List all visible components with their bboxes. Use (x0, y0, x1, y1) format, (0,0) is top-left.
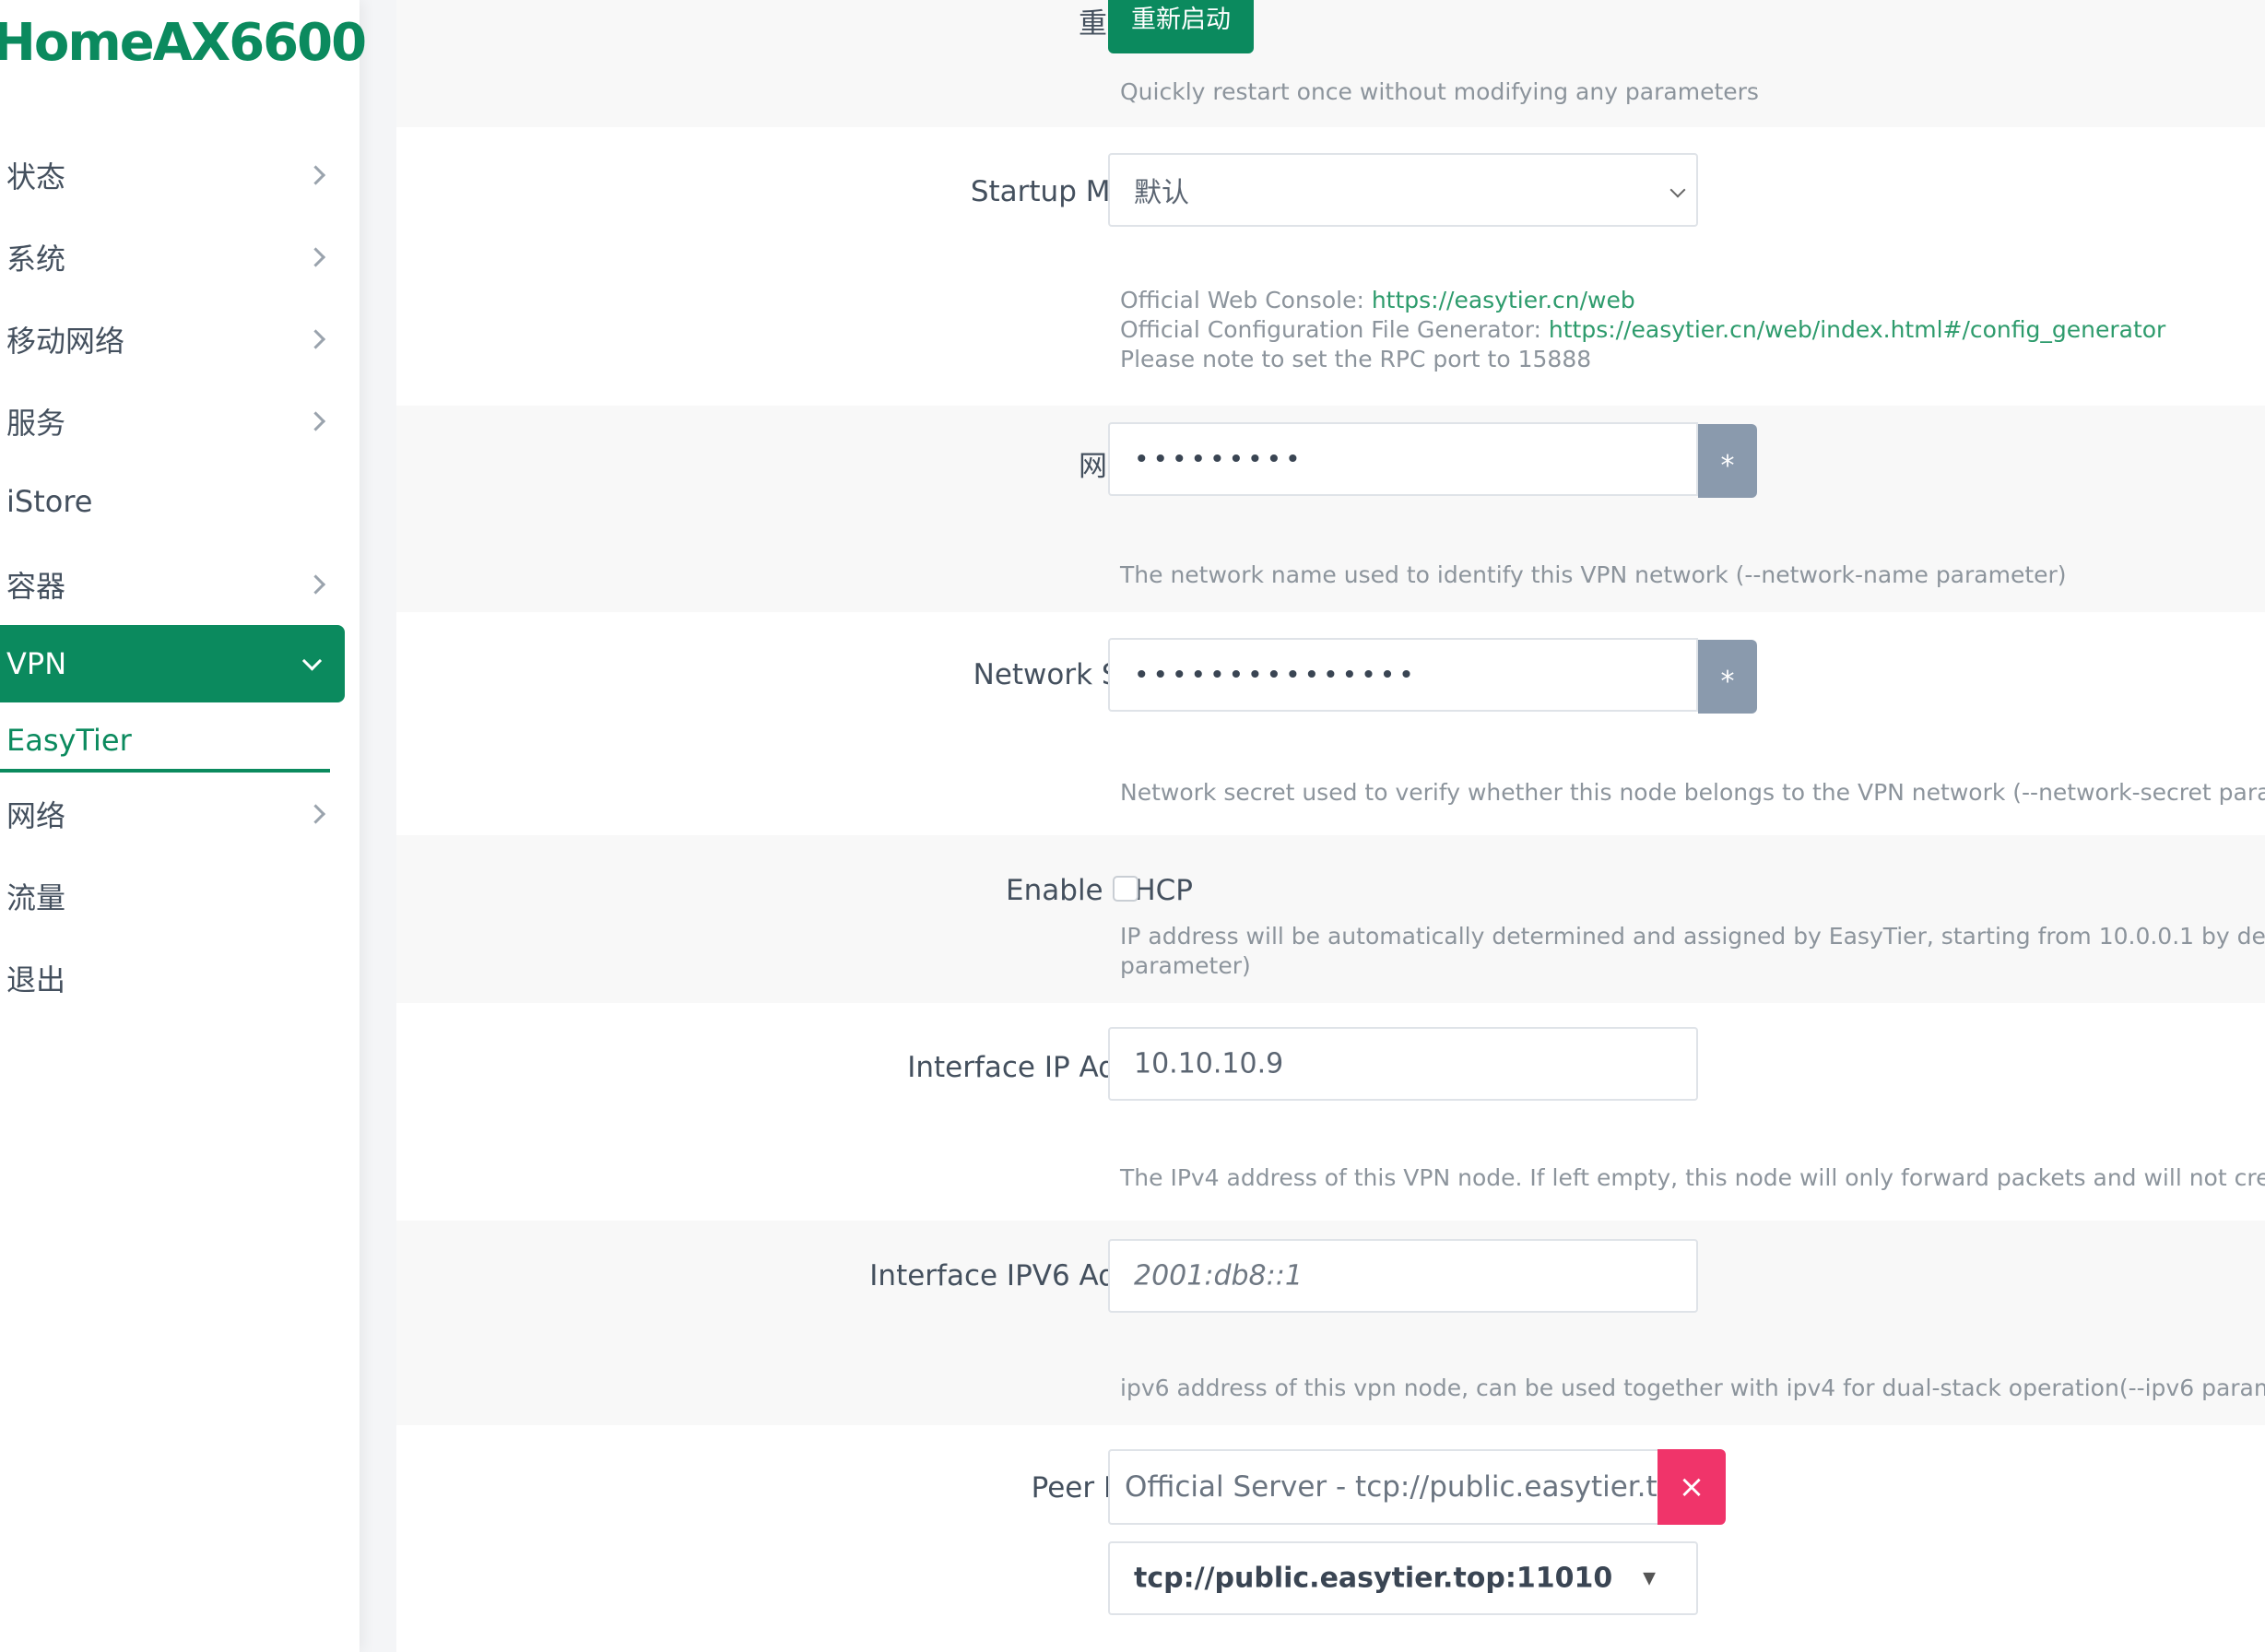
sidebar-item-traffic[interactable]: 流量 (0, 859, 345, 933)
row-startup-method: Startup Method 默认 Official Web Console: … (396, 127, 2265, 406)
enable-dhcp-label: Enable DHCP (1006, 874, 1193, 907)
interface-ip-description: The IPv4 address of this VPN node. If le… (1120, 1164, 2265, 1191)
chevron-right-icon (305, 329, 326, 349)
config-generator-link[interactable]: https://easytier.cn/web/index.html#/conf… (1549, 316, 2165, 343)
restart-description: Quickly restart once without modifying a… (1120, 78, 1759, 105)
sidebar-subitem-label: EasyTier (6, 723, 132, 758)
network-secret-value: ••••••••••••••• (1134, 659, 1418, 690)
sidebar: HomeAX6600 状态 系统 移动网络 服务 iStore 容器 VPN E… (0, 0, 367, 1652)
row-restart: 重新启动 重新启动 Quickly restart once without m… (396, 0, 2265, 127)
chevron-down-icon (1669, 182, 1686, 198)
sidebar-item-containers[interactable]: 容器 (0, 548, 345, 621)
sidebar-item-label: 容器 (6, 569, 66, 604)
desc-line-config-generator: Official Configuration File Generator: h… (1120, 315, 2165, 345)
chevron-right-icon (305, 411, 326, 431)
dhcp-description-line2: parameter) (1120, 952, 1251, 979)
dhcp-description-line1: IP address will be automatically determi… (1120, 923, 2265, 950)
chevron-right-icon (305, 574, 326, 595)
desc-line-web-console: Official Web Console: https://easytier.c… (1120, 286, 2165, 315)
caret-down-icon: ▼ (1643, 1568, 1656, 1588)
network-name-description: The network name used to identify this V… (1120, 561, 2067, 588)
chevron-right-icon (305, 247, 326, 267)
sidebar-item-system[interactable]: 系统 (0, 220, 345, 294)
sidebar-item-network[interactable]: 网络 (0, 777, 345, 851)
network-name-input[interactable]: ••••••••• (1108, 422, 1698, 496)
reveal-network-name-button[interactable]: * (1698, 424, 1757, 498)
interface-ip-input[interactable]: 10.10.10.9 (1108, 1027, 1698, 1101)
startup-method-select[interactable]: 默认 (1108, 153, 1698, 227)
sidebar-item-label: 网络 (6, 798, 66, 833)
network-name-value: ••••••••• (1134, 443, 1304, 475)
sidebar-item-services[interactable]: 服务 (0, 384, 345, 458)
enable-dhcp-checkbox[interactable] (1113, 876, 1138, 902)
sidebar-item-istore[interactable]: iStore (0, 465, 345, 538)
row-enable-dhcp: Enable DHCP IP address will be automatic… (396, 835, 2265, 1003)
row-interface-ipv6: Interface IPV6 Address 2001:db8::1 ipv6 … (396, 1221, 2265, 1425)
sidebar-item-status[interactable]: 状态 (0, 138, 345, 212)
network-secret-input[interactable]: ••••••••••••••• (1108, 638, 1698, 712)
desc-line-rpc-note: Please note to set the RPC port to 15888 (1120, 345, 2165, 374)
web-console-link[interactable]: https://easytier.cn/web (1372, 287, 1635, 313)
chevron-down-icon (301, 651, 323, 671)
row-interface-ip: Interface IP Address 10.10.10.9 The IPv4… (396, 1003, 2265, 1221)
startup-method-value: 默认 (1134, 177, 1189, 209)
chevron-right-icon (305, 804, 326, 824)
peer-node-entry[interactable]: Official Server - tcp://public.easytier.… (1108, 1449, 1661, 1525)
interface-ipv6-description: ipv6 address of this vpn node, can be us… (1120, 1375, 2265, 1401)
sidebar-item-vpn[interactable]: VPN (0, 625, 345, 702)
interface-ipv6-placeholder: 2001:db8::1 (1134, 1259, 1303, 1292)
peer-node-select-value: tcp://public.easytier.top:11010 (1134, 1562, 1613, 1595)
sidebar-item-label: iStore (6, 484, 93, 519)
sidebar-item-label: 系统 (6, 242, 66, 277)
remove-peer-button[interactable]: × (1657, 1449, 1726, 1525)
desc-text: Please note to set the RPC port to 15888 (1120, 346, 1592, 372)
network-secret-description: Network secret used to verify whether th… (1120, 779, 2265, 806)
sidebar-item-label: 移动网络 (6, 324, 125, 359)
sidebar-item-label: 服务 (6, 406, 66, 441)
interface-ipv6-input[interactable]: 2001:db8::1 (1108, 1239, 1698, 1313)
desc-text: Official Configuration File Generator: (1120, 316, 1549, 343)
sidebar-item-logout[interactable]: 退出 (0, 941, 345, 1015)
peer-node-select[interactable]: tcp://public.easytier.top:11010 ▼ (1108, 1541, 1698, 1615)
sidebar-item-label: 退出 (6, 962, 66, 997)
row-peer-nodes: Peer Nodes Official Server - tcp://publi… (396, 1425, 2265, 1652)
chevron-right-icon (305, 165, 326, 185)
reveal-network-secret-button[interactable]: * (1698, 640, 1757, 714)
restart-button[interactable]: 重新启动 (1108, 0, 1254, 53)
brand-logo[interactable]: HomeAX6600 (0, 13, 367, 73)
sidebar-item-label: VPN (6, 646, 67, 681)
sidebar-item-label: 流量 (6, 880, 66, 915)
desc-text: Official Web Console: (1120, 287, 1372, 313)
startup-method-description: Official Web Console: https://easytier.c… (1120, 286, 2165, 374)
sidebar-item-label: 状态 (6, 159, 66, 195)
settings-form: 重新启动 重新启动 Quickly restart once without m… (396, 0, 2265, 1652)
row-network-name: 网络名称 ••••••••• * The network name used t… (396, 406, 2265, 612)
interface-ip-value: 10.10.10.9 (1134, 1047, 1284, 1080)
row-network-secret: Network Secret ••••••••••••••• * Network… (396, 612, 2265, 835)
sidebar-item-mobile-network[interactable]: 移动网络 (0, 302, 345, 376)
peer-node-entry-value: Official Server - tcp://public.easytier.… (1125, 1470, 1659, 1504)
sidebar-subitem-easytier[interactable]: EasyTier (0, 712, 330, 773)
